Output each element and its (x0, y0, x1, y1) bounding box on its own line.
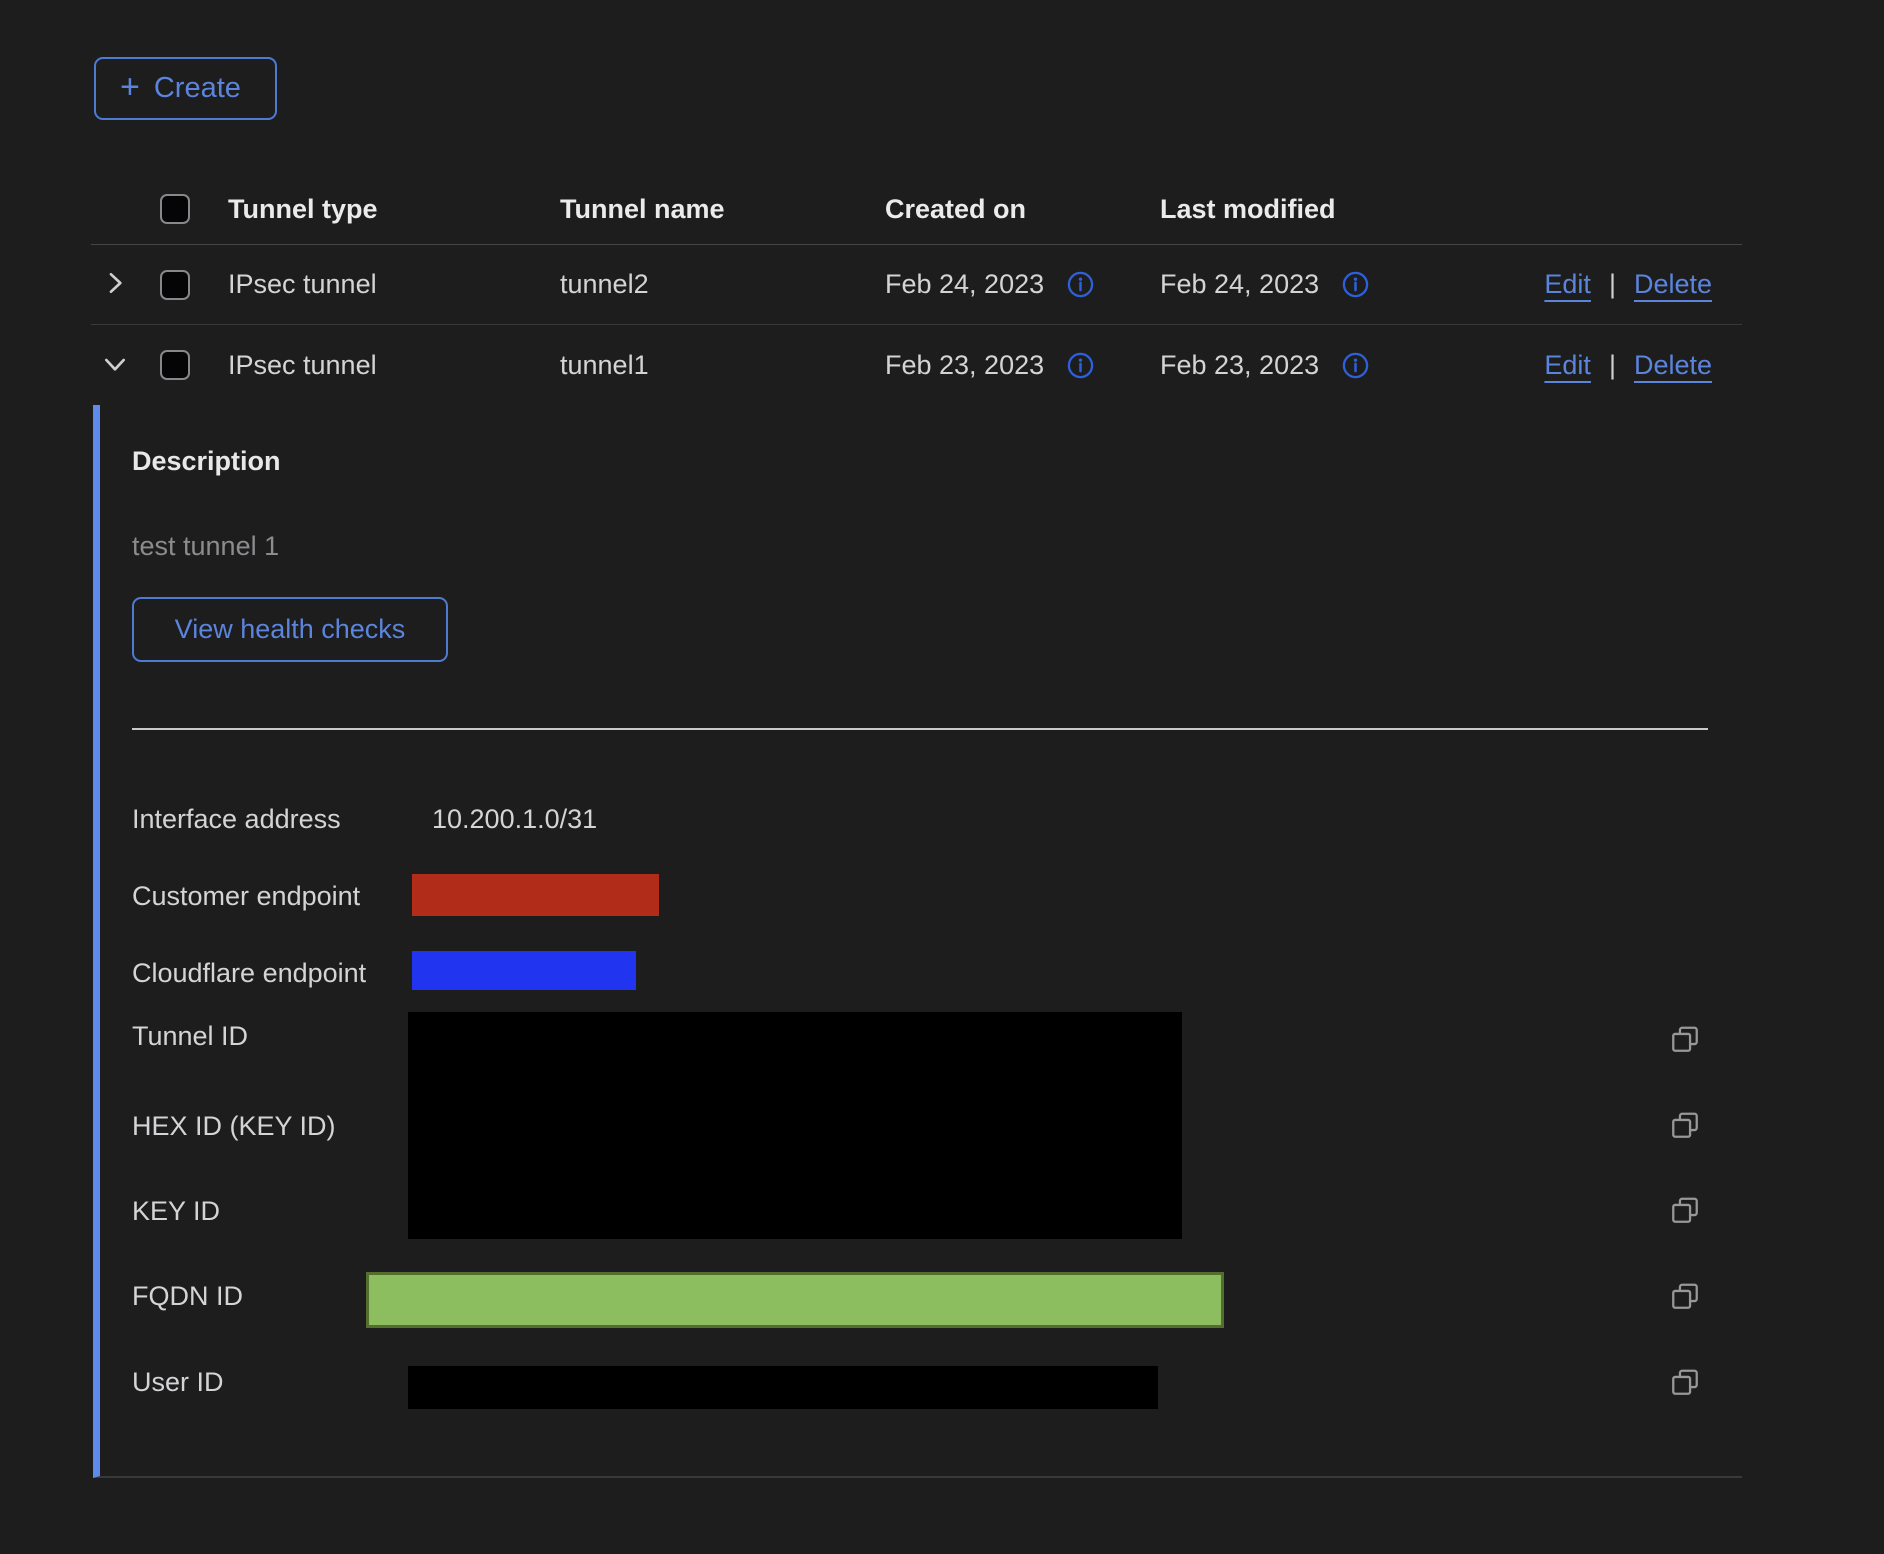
created-on-cell: Feb 23, 2023 (885, 350, 1044, 381)
customer-endpoint-redaction (412, 874, 659, 916)
tunnel-type-cell: IPsec tunnel (228, 350, 560, 381)
info-icon[interactable] (1066, 351, 1095, 380)
hex-id-label: HEX ID (KEY ID) (132, 1111, 336, 1142)
section-divider (132, 728, 1708, 730)
id-values-redaction (408, 1012, 1182, 1239)
customer-endpoint-label: Customer endpoint (132, 881, 360, 912)
user-id-label: User ID (132, 1367, 224, 1398)
header-created-on: Created on (885, 194, 1160, 225)
select-all-checkbox[interactable] (160, 194, 190, 224)
tunnel-type-cell: IPsec tunnel (228, 269, 560, 300)
tunnel-name-cell: tunnel2 (560, 269, 885, 300)
user-id-redaction (408, 1366, 1158, 1409)
info-icon[interactable] (1066, 270, 1095, 299)
copy-icon (1669, 1214, 1701, 1229)
copy-icon (1669, 1386, 1701, 1401)
interface-address-label: Interface address (132, 804, 341, 835)
description-heading: Description (132, 446, 281, 477)
create-button-label: Create (154, 72, 241, 105)
table-header-row: Tunnel type Tunnel name Created on Last … (91, 174, 1742, 245)
fqdn-id-redaction (366, 1272, 1224, 1328)
copy-icon (1669, 1300, 1701, 1315)
action-separator: | (1609, 269, 1616, 300)
row-checkbox[interactable] (160, 350, 190, 380)
copy-user-id-button[interactable] (1668, 1366, 1702, 1400)
cloudflare-endpoint-redaction (412, 951, 636, 990)
edit-link[interactable]: Edit (1544, 269, 1591, 300)
copy-key-id-button[interactable] (1668, 1194, 1702, 1228)
edit-link[interactable]: Edit (1544, 350, 1591, 381)
key-id-label: KEY ID (132, 1196, 220, 1227)
cloudflare-endpoint-label: Cloudflare endpoint (132, 958, 366, 989)
tunnel-id-label: Tunnel ID (132, 1021, 248, 1052)
header-tunnel-name: Tunnel name (560, 194, 885, 225)
table-row: IPsec tunnel tunnel2 Feb 24, 2023 Feb 24… (91, 245, 1742, 325)
chevron-right-icon (99, 267, 131, 302)
ipsec-tunnels-page: + Create Tunnel type Tunnel name Created… (0, 0, 1884, 1554)
tunnel-detail-panel: Description test tunnel 1 View health ch… (93, 405, 1742, 1478)
last-modified-cell: Feb 24, 2023 (1160, 269, 1319, 300)
chevron-down-icon (99, 348, 131, 383)
description-value: test tunnel 1 (132, 531, 279, 562)
expand-row-button[interactable] (99, 267, 131, 302)
header-tunnel-type: Tunnel type (228, 194, 560, 225)
interface-address-value: 10.200.1.0/31 (432, 804, 597, 835)
create-button[interactable]: + Create (94, 57, 277, 120)
copy-icon (1669, 1129, 1701, 1144)
copy-hex-id-button[interactable] (1668, 1109, 1702, 1143)
copy-tunnel-id-button[interactable] (1668, 1023, 1702, 1057)
view-health-checks-button[interactable]: View health checks (132, 597, 448, 662)
copy-fqdn-id-button[interactable] (1668, 1280, 1702, 1314)
info-icon[interactable] (1341, 270, 1370, 299)
tunnels-table: Tunnel type Tunnel name Created on Last … (91, 174, 1742, 405)
created-on-cell: Feb 24, 2023 (885, 269, 1044, 300)
collapse-row-button[interactable] (99, 348, 131, 383)
copy-icon (1669, 1043, 1701, 1058)
info-icon[interactable] (1341, 351, 1370, 380)
delete-link[interactable]: Delete (1634, 269, 1712, 300)
header-last-modified: Last modified (1160, 194, 1450, 225)
fqdn-id-label: FQDN ID (132, 1281, 243, 1312)
delete-link[interactable]: Delete (1634, 350, 1712, 381)
action-separator: | (1609, 350, 1616, 381)
header-checkbox-cell (137, 194, 228, 224)
last-modified-cell: Feb 23, 2023 (1160, 350, 1319, 381)
tunnel-name-cell: tunnel1 (560, 350, 885, 381)
plus-icon: + (120, 70, 140, 104)
row-checkbox[interactable] (160, 270, 190, 300)
table-row: IPsec tunnel tunnel1 Feb 23, 2023 Feb 23… (91, 325, 1742, 405)
